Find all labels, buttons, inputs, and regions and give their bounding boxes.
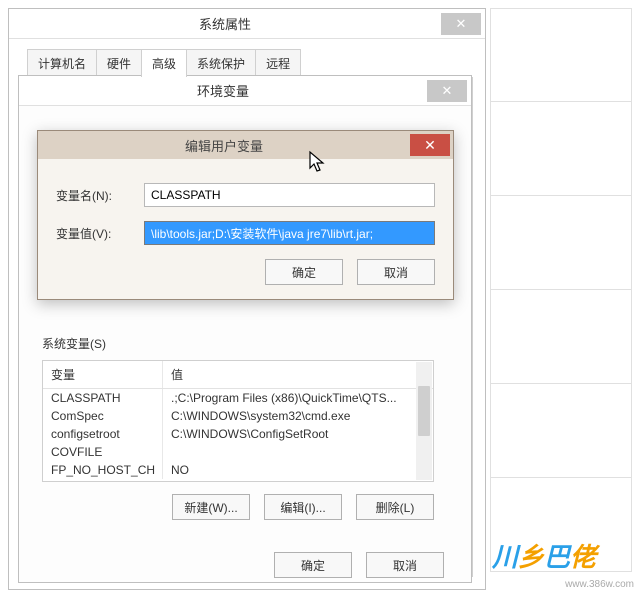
titlebar: 编辑用户变量 ✕ [38,131,453,159]
cancel-button[interactable]: 取消 [366,552,444,578]
tab-advanced[interactable]: 高级 [141,49,187,77]
env-dialog-buttons: 确定 取消 [18,552,472,586]
cancel-button[interactable]: 取消 [357,259,435,285]
table-row[interactable]: ComSpecC:\WINDOWS\system32\cmd.exe [43,407,433,425]
tab-remote[interactable]: 远程 [255,49,301,77]
header-value: 值 [163,361,433,388]
right-blank-column [490,8,632,572]
table-row[interactable]: configsetrootC:\WINDOWS\ConfigSetRoot [43,425,433,443]
scrollbar-thumb[interactable] [418,386,430,436]
table-row[interactable]: FP_NO_HOST_CHNO [43,461,433,479]
ok-button[interactable]: 确定 [274,552,352,578]
edit-user-variable-window: 编辑用户变量 ✕ 变量名(N): 变量值(V): 确定 取消 [37,130,454,300]
ok-button[interactable]: 确定 [265,259,343,285]
close-icon[interactable]: ✕ [441,13,481,35]
blank-cell [490,384,632,478]
close-icon[interactable]: ✕ [427,80,467,102]
variable-name-input[interactable] [144,183,435,207]
tab-system-protection[interactable]: 系统保护 [186,49,256,77]
blank-cell [490,102,632,196]
list-header: 变量 值 [43,361,433,389]
table-row[interactable]: CLASSPATH.;C:\Program Files (x86)\QuickT… [43,389,433,407]
close-icon[interactable]: ✕ [410,134,450,156]
tab-computer-name[interactable]: 计算机名 [27,49,97,77]
system-variables-list[interactable]: 变量 值 CLASSPATH.;C:\Program Files (x86)\Q… [42,360,434,482]
table-row[interactable]: COVFILE [43,443,433,461]
variable-name-label: 变量名(N): [56,187,144,204]
variable-value-label: 变量值(V): [56,225,144,242]
titlebar: 环境变量 ✕ [19,76,471,106]
header-variable: 变量 [43,361,163,388]
group-label: 系统变量(S) [42,335,434,352]
dialog-buttons: 确定 取消 [56,259,435,285]
scrollbar[interactable] [416,362,432,480]
window-title: 系统属性 [9,14,441,33]
system-variables-buttons: 新建(W)... 编辑(I)... 删除(L) [42,494,434,520]
variable-name-row: 变量名(N): [56,183,435,207]
delete-button[interactable]: 删除(L) [356,494,434,520]
edit-button[interactable]: 编辑(I)... [264,494,342,520]
tabs: 计算机名 硬件 高级 系统保护 远程 [27,49,485,77]
window-title: 编辑用户变量 [38,136,410,155]
variable-value-input[interactable] [144,221,435,245]
window-title: 环境变量 [19,81,427,100]
blank-cell [490,8,632,102]
titlebar: 系统属性 ✕ [9,9,485,39]
site-logo: 川乡巴佬 [492,537,596,574]
system-variables-group: 系统变量(S) 变量 值 CLASSPATH.;C:\Program Files… [42,335,434,520]
tab-hardware[interactable]: 硬件 [96,49,142,77]
watermark-text: www.386w.com [565,579,634,590]
blank-cell [490,196,632,290]
new-button[interactable]: 新建(W)... [172,494,250,520]
variable-value-row: 变量值(V): [56,221,435,245]
blank-cell [490,290,632,384]
